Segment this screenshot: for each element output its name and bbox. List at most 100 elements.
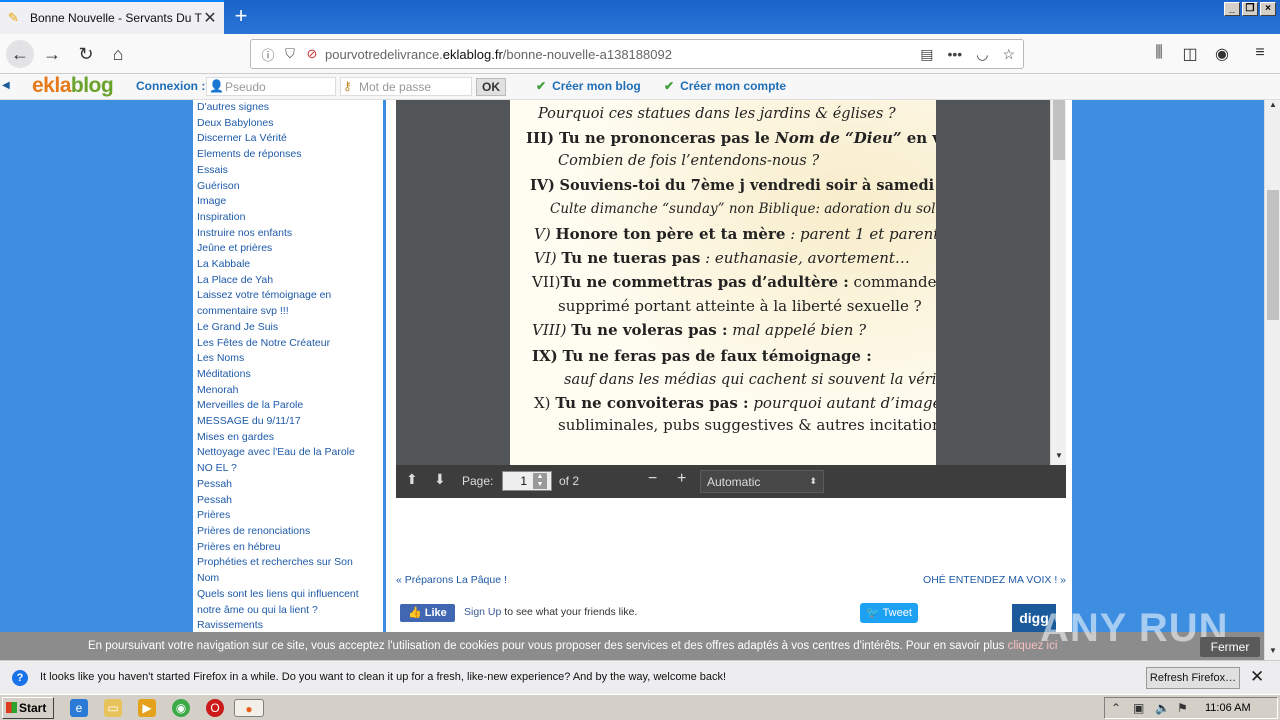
tab-close-icon[interactable]: ✕	[202, 8, 218, 28]
menu-icon[interactable]: ≡	[1249, 44, 1271, 62]
restore-button[interactable]: ❐	[1242, 2, 1258, 16]
forward-button[interactable]: →	[38, 40, 66, 68]
media-player-icon[interactable]: ▶	[138, 699, 156, 717]
category-link[interactable]: Deux Babylones	[197, 116, 383, 132]
next-page-icon[interactable]: ⬇	[434, 471, 446, 488]
url-bar[interactable]: ⓘ ⛉ ⊘ pourvotredelivrance. eklablog.fr /…	[250, 39, 1024, 69]
password-input[interactable]: ⚷ Mot de passe	[340, 77, 472, 96]
category-link[interactable]: Elements de réponses	[197, 147, 383, 163]
firefox-notification-bar: ? It looks like you haven't started Fire…	[0, 660, 1280, 694]
category-link[interactable]: La Place de Yah	[197, 273, 383, 289]
zoom-in-icon[interactable]: +	[677, 470, 686, 488]
shield-icon[interactable]: ⛉	[281, 46, 299, 62]
category-link[interactable]: Instruire nos enfants	[197, 226, 383, 242]
collapse-arrow-icon[interactable]: ◀	[2, 80, 10, 91]
category-link[interactable]: Nom	[197, 571, 383, 587]
category-link[interactable]: MESSAGE du 9/11/17	[197, 414, 383, 430]
ie-icon[interactable]: e	[70, 699, 88, 717]
create-account-link[interactable]: ✔ Créer mon compte	[664, 79, 786, 93]
category-link[interactable]: Pessah	[197, 493, 383, 509]
page-count-label: of 2	[559, 474, 580, 488]
next-article-link[interactable]: OHÉ ENTENDEZ MA VOIX ! »	[923, 574, 1066, 586]
opera-icon[interactable]: O	[206, 699, 224, 717]
minimize-button[interactable]: _	[1224, 2, 1240, 16]
category-link[interactable]: Quels sont les liens qui influencent	[197, 587, 383, 603]
tab-active[interactable]: ✎ Bonne Nouvelle - Servants Du Trô ✕	[0, 0, 224, 34]
chrome-icon[interactable]: ◉	[172, 699, 190, 717]
page-actions-icon[interactable]: •••	[948, 46, 963, 63]
category-link[interactable]: Nettoyage avec l'Eau de la Parole	[197, 445, 383, 461]
category-link[interactable]: Image	[197, 194, 383, 210]
category-link[interactable]: La Kabbale	[197, 257, 383, 273]
previous-article-link[interactable]: « Préparons La Pâque !	[396, 574, 507, 586]
page-number-input[interactable]: 1 ▲ ▼	[502, 471, 552, 491]
network-icon[interactable]: ▣	[1133, 701, 1144, 715]
category-link[interactable]: NO EL ?	[197, 461, 383, 477]
library-icon[interactable]: ⫼	[1148, 44, 1170, 62]
signup-link[interactable]: Sign Up	[464, 606, 501, 618]
category-link[interactable]: Prières de renonciations	[197, 524, 383, 540]
eklablog-logo[interactable]: eklablog	[32, 74, 114, 98]
cookie-close-button[interactable]: Fermer	[1200, 637, 1260, 657]
category-link[interactable]: notre âme ou qui la lient ?	[197, 603, 383, 619]
category-link[interactable]: Méditations	[197, 367, 383, 383]
category-link[interactable]: Pessah	[197, 477, 383, 493]
window-scrollbar[interactable]: ▲ ▼	[1264, 100, 1280, 660]
category-link[interactable]: Les Noms	[197, 351, 383, 367]
account-icon[interactable]: ◉	[1211, 44, 1233, 64]
reload-button[interactable]: ↻	[72, 40, 100, 68]
pdf-line: VIII) Tu ne voleras pas : mal appelé bie…	[532, 321, 867, 339]
new-tab-button[interactable]: +	[228, 4, 254, 30]
login-ok-button[interactable]: OK	[476, 78, 506, 96]
scroll-down-arrow-icon[interactable]: ▼	[1265, 646, 1280, 660]
pdf-scroll-thumb[interactable]	[1053, 100, 1065, 160]
tab-title: Bonne Nouvelle - Servants Du Trô	[30, 11, 202, 25]
category-link[interactable]: Les Fêtes de Notre Créateur	[197, 336, 383, 352]
category-link[interactable]: commentaire svp !!!	[197, 304, 383, 320]
create-blog-link[interactable]: ✔ Créer mon blog	[536, 79, 641, 93]
category-link[interactable]: Mises en gardes	[197, 430, 383, 446]
home-button[interactable]: ⌂	[104, 40, 132, 68]
pdf-scrollbar[interactable]: ▼	[1050, 100, 1066, 465]
window-scroll-thumb[interactable]	[1267, 190, 1279, 320]
start-button[interactable]: Start	[2, 697, 54, 719]
category-link[interactable]: D'autres signes	[197, 100, 383, 116]
category-link[interactable]: Prières en hébreu	[197, 540, 383, 556]
sidebar-toggle-icon[interactable]: ◫	[1179, 44, 1201, 64]
category-link[interactable]: Prières	[197, 508, 383, 524]
notification-close-icon[interactable]: ✕	[1250, 667, 1264, 687]
firefox-taskbar-button[interactable]: ●	[234, 699, 264, 717]
page-spinner-icon[interactable]: ▲ ▼	[533, 473, 547, 489]
category-link[interactable]: Guérison	[197, 179, 383, 195]
bookmark-star-icon[interactable]: ☆	[1002, 46, 1015, 63]
category-link[interactable]: Essais	[197, 163, 383, 179]
back-button[interactable]: ←	[6, 40, 34, 68]
close-window-button[interactable]: ×	[1260, 2, 1276, 16]
reader-view-icon[interactable]: ▤	[920, 46, 933, 63]
tweet-button[interactable]: 🐦 Tweet	[860, 603, 918, 623]
folder-icon[interactable]: ▭	[104, 699, 122, 717]
category-link[interactable]: Le Grand Je Suis	[197, 320, 383, 336]
tray-expand-icon[interactable]: ⌃	[1111, 701, 1121, 715]
scroll-down-arrow-icon[interactable]: ▼	[1051, 451, 1067, 465]
category-link[interactable]: Merveilles de la Parole	[197, 398, 383, 414]
zoom-select[interactable]: Automatic ⬍	[700, 470, 824, 493]
previous-page-icon[interactable]: ⬆	[406, 471, 418, 488]
category-link[interactable]: Prophéties et recherches sur Son	[197, 555, 383, 571]
pocket-icon[interactable]: ◡	[976, 46, 988, 63]
info-icon[interactable]: ⓘ	[259, 45, 277, 64]
category-link[interactable]: Inspiration	[197, 210, 383, 226]
facebook-like-button[interactable]: 👍 Like	[400, 604, 455, 622]
refresh-firefox-button[interactable]: Refresh Firefox…	[1146, 667, 1240, 689]
category-link[interactable]: Jeûne et prières	[197, 241, 383, 257]
pseudo-input[interactable]: 👤 Pseudo	[206, 77, 336, 96]
flag-icon[interactable]: ⚑	[1177, 701, 1188, 715]
zoom-out-icon[interactable]: −	[648, 470, 657, 488]
insecure-lock-icon[interactable]: ⊘	[303, 46, 321, 62]
category-link[interactable]: Discerner La Vérité	[197, 131, 383, 147]
category-link[interactable]: Laissez votre témoignage en	[197, 288, 383, 304]
scroll-up-arrow-icon[interactable]: ▲	[1265, 100, 1280, 114]
volume-icon[interactable]: 🔈	[1155, 701, 1170, 715]
pdf-viewer[interactable]: Pourquoi ces statues dans les jardins & …	[396, 100, 1066, 498]
category-link[interactable]: Menorah	[197, 383, 383, 399]
